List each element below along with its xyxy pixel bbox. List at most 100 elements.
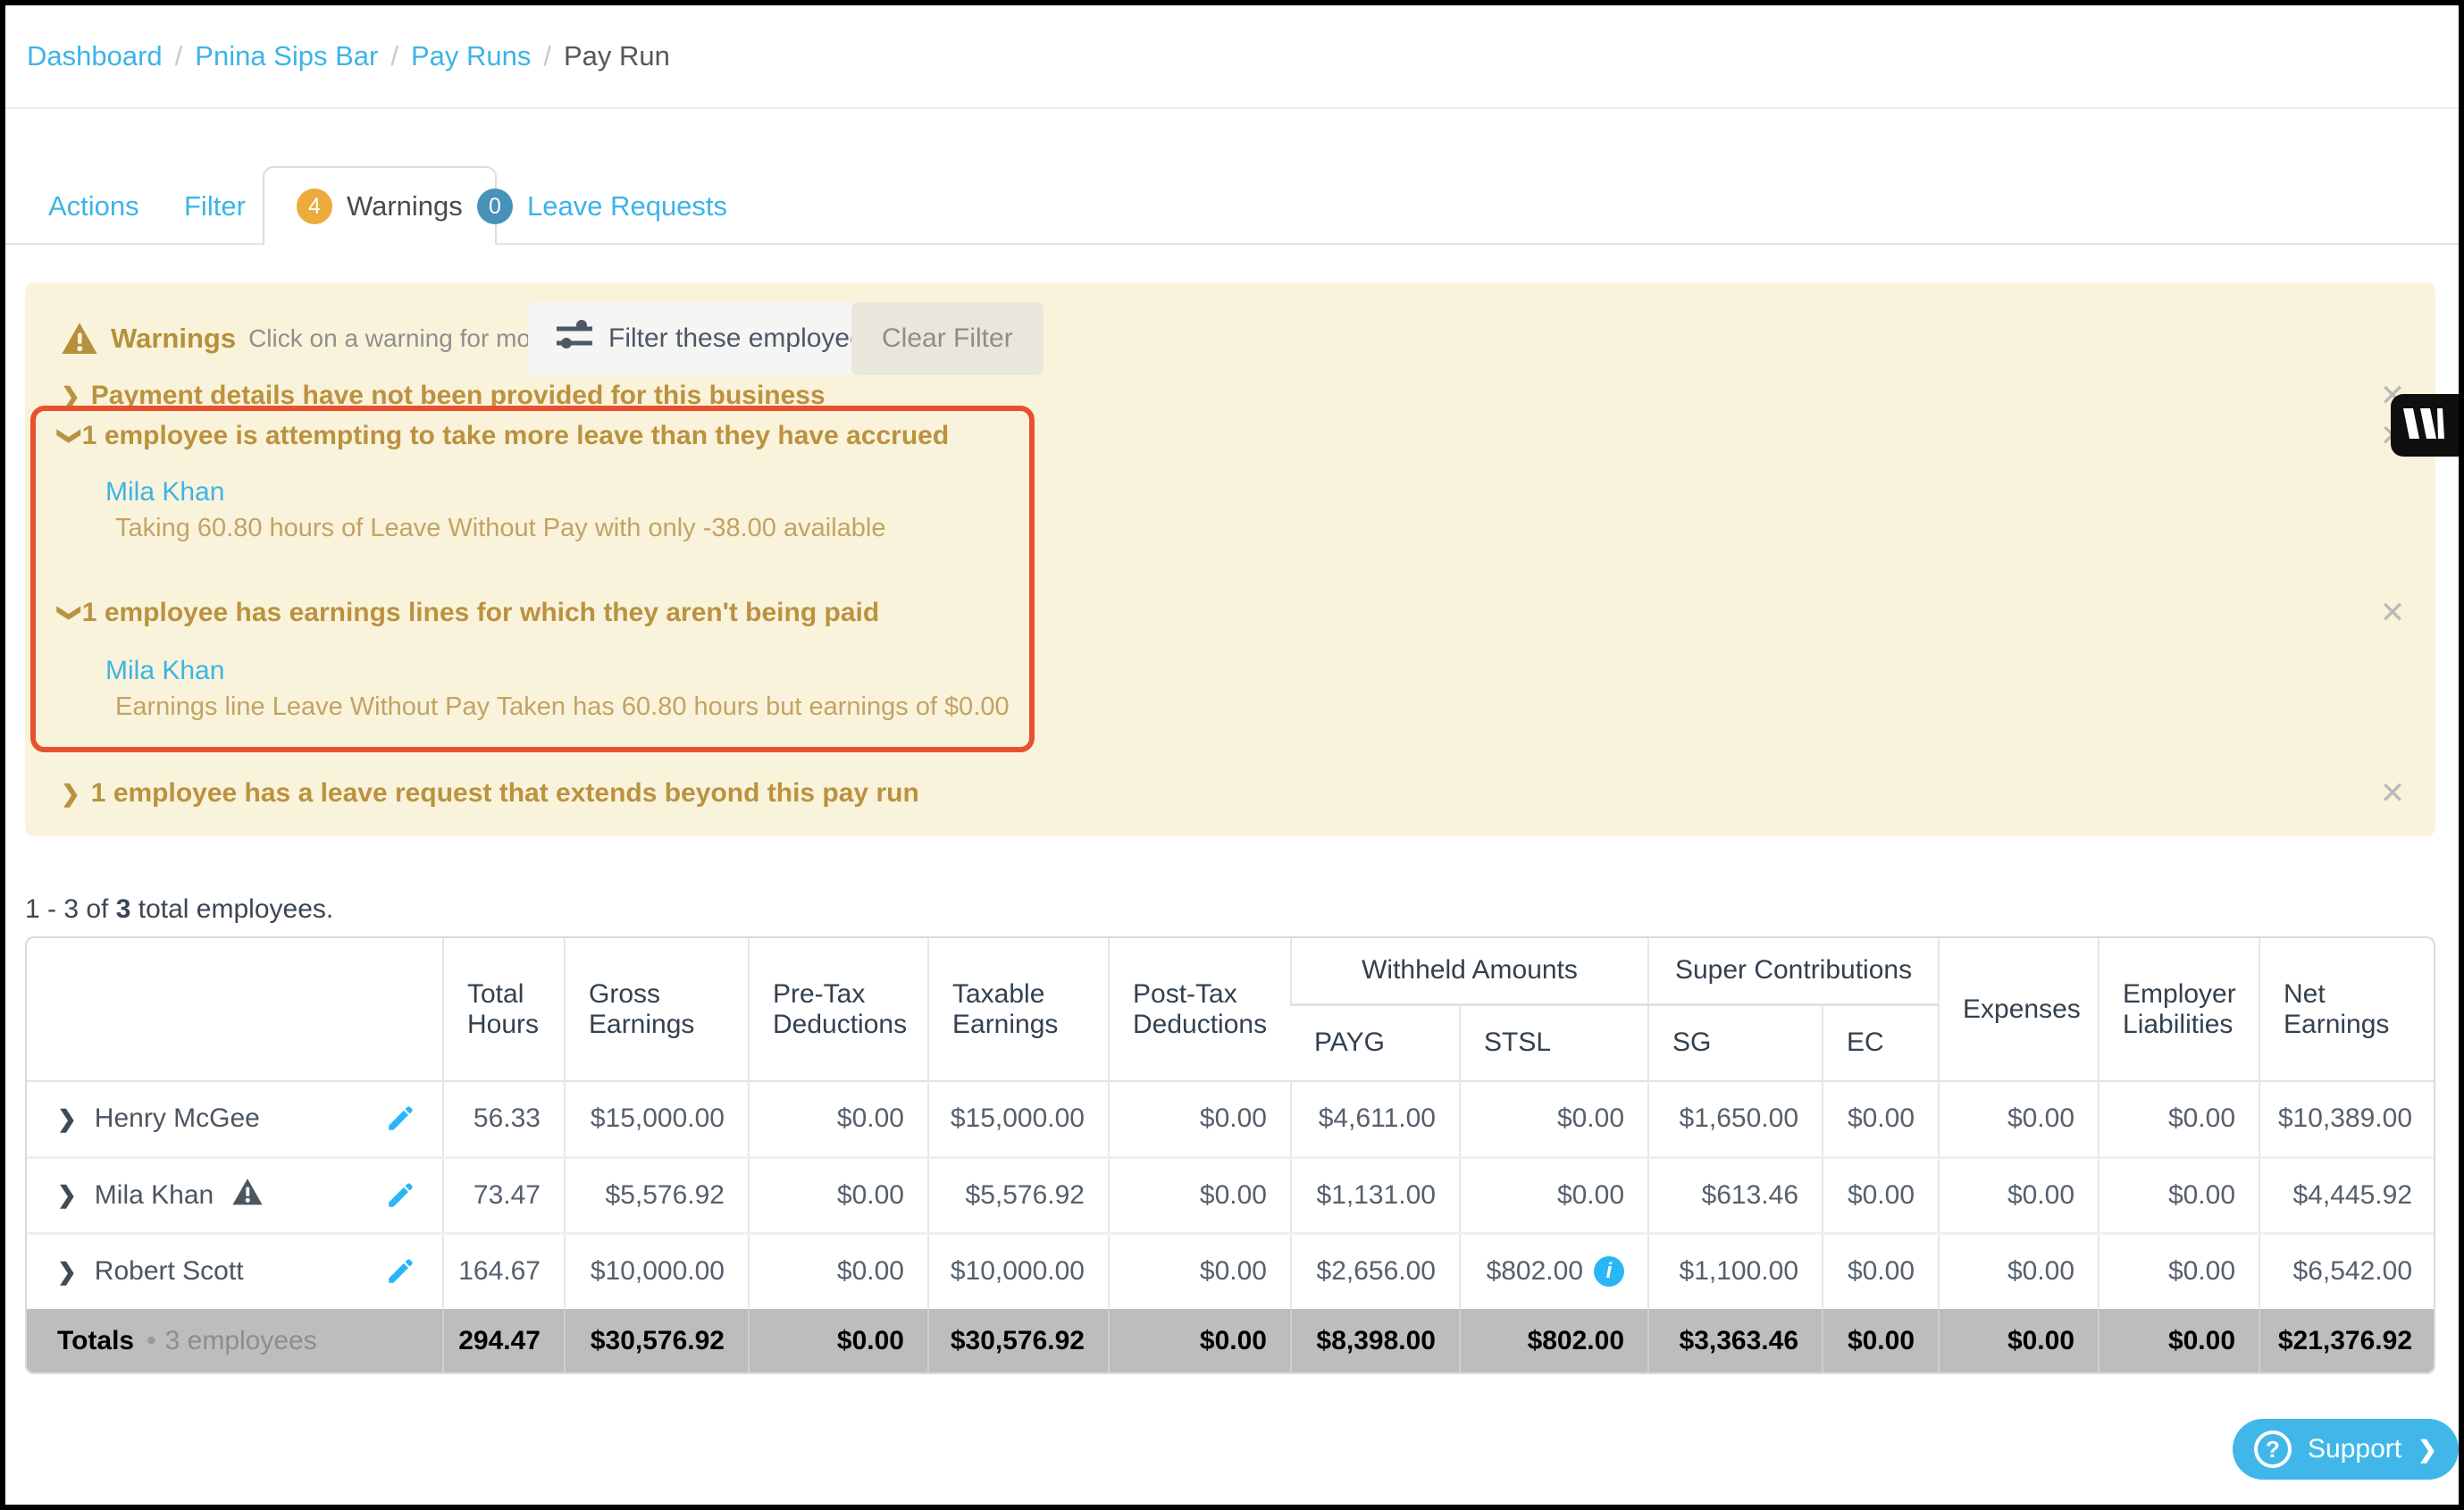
cell-ec: $0.00 <box>1823 1081 1939 1157</box>
expand-row-chevron-icon[interactable]: ❯ <box>57 1181 77 1209</box>
table-row-totals: Totals•3 employees 294.47 $30,576.92 $0.… <box>27 1309 2435 1372</box>
warning-detail: Earnings line Leave Without Pay Taken ha… <box>115 689 1010 725</box>
question-mark-icon: ? <box>2254 1430 2292 1468</box>
header-ec: EC <box>1823 1004 1939 1081</box>
breadcrumb-separator: / <box>543 40 551 72</box>
cell-employer-liabilities: $0.00 <box>2099 1081 2259 1157</box>
breadcrumb-pay-runs[interactable]: Pay Runs <box>411 40 531 72</box>
table-row-mila-khan: ❯ Mila Khan 73.47 $5,576.92 $0.00 <box>27 1157 2435 1233</box>
total-stsl: $802.00 <box>1460 1309 1648 1372</box>
header-employer-liabilities: Employer Liabilities <box>2099 938 2259 1081</box>
total-total-hours: 294.47 <box>443 1309 565 1372</box>
total-ec: $0.00 <box>1823 1309 1939 1372</box>
cell-sg: $613.46 <box>1648 1157 1823 1233</box>
breadcrumb-business[interactable]: Pnina Sips Bar <box>195 40 378 72</box>
warning-title: Payment details have not been provided f… <box>91 376 826 415</box>
cell-sg: $1,650.00 <box>1648 1081 1823 1157</box>
cell-ec: $0.00 <box>1823 1157 1939 1233</box>
edit-pencil-icon[interactable] <box>385 1103 415 1134</box>
cell-stsl: $0.00 <box>1460 1081 1648 1157</box>
cell-employer-liabilities: $0.00 <box>2099 1233 2259 1309</box>
cell-pre-tax-deductions: $0.00 <box>749 1157 928 1233</box>
total-employer-liabilities: $0.00 <box>2099 1309 2259 1372</box>
total-post-tax-deductions: $0.00 <box>1109 1309 1291 1372</box>
filter-these-employees-button[interactable]: Filter these employees <box>528 302 907 375</box>
summary-count: 3 <box>116 894 131 924</box>
breadcrumb-separator: / <box>175 40 183 72</box>
chevron-down-icon: ❯ <box>51 603 90 623</box>
leave-requests-count-badge: 0 <box>477 189 513 224</box>
bullet-icon: • <box>147 1326 156 1355</box>
cell-gross-earnings: $10,000.00 <box>565 1233 749 1309</box>
cell-payg: $4,611.00 <box>1291 1081 1460 1157</box>
breadcrumb: Dashboard / Pnina Sips Bar / Pay Runs / … <box>5 5 2459 109</box>
employee-count-summary: 1 - 3 of 3 total employees. <box>25 894 333 925</box>
edit-pencil-icon[interactable] <box>385 1180 415 1211</box>
tab-leave-requests[interactable]: 0 Leave Requests <box>477 170 727 243</box>
support-label: Support <box>2308 1434 2401 1464</box>
employee-name: Henry McGee <box>95 1103 260 1134</box>
cell-expenses: $0.00 <box>1939 1157 2099 1233</box>
tab-filter[interactable]: Filter <box>184 170 246 243</box>
totals-employee-count: 3 employees <box>165 1326 317 1355</box>
cell-payg: $1,131.00 <box>1291 1157 1460 1233</box>
total-taxable-earnings: $30,576.92 <box>928 1309 1109 1372</box>
tab-bar: Actions Filter 4 Warnings 0 Leave Reques… <box>5 109 2459 245</box>
pay-run-table: Total Hours Gross Earnings Pre-Tax Deduc… <box>25 936 2435 1374</box>
support-button[interactable]: ? Support ❯ <box>2233 1419 2459 1480</box>
warning-leave-accrual[interactable]: ❯ 1 employee is attempting to take more … <box>61 416 949 456</box>
breadcrumb-dashboard[interactable]: Dashboard <box>27 40 163 72</box>
total-sg: $3,363.46 <box>1648 1309 1823 1372</box>
warning-title: 1 employee is attempting to take more le… <box>82 416 949 456</box>
warning-title: 1 employee has a leave request that exte… <box>91 774 919 813</box>
chevron-right-icon: ❯ <box>61 774 80 813</box>
warning-payment-details[interactable]: ❯ Payment details have not been provided… <box>61 376 826 415</box>
warnings-count-badge: 4 <box>297 189 332 224</box>
employee-name-cell[interactable]: ❯ Robert Scott <box>27 1233 443 1309</box>
clear-filter-button[interactable]: Clear Filter <box>851 302 1043 375</box>
employee-name-cell[interactable]: ❯ Henry McGee <box>27 1081 443 1157</box>
cell-gross-earnings: $5,576.92 <box>565 1157 749 1233</box>
tab-actions[interactable]: Actions <box>48 170 139 243</box>
header-super-contributions: Super Contributions <box>1648 938 1939 1004</box>
cell-stsl: $0.00 <box>1460 1157 1648 1233</box>
header-withheld-amounts: Withheld Amounts <box>1291 938 1648 1004</box>
w-logo-icon <box>2401 408 2444 443</box>
employee-link-mila-khan[interactable]: Mila Khan <box>105 474 224 510</box>
header-expenses: Expenses <box>1939 938 2099 1081</box>
expand-row-chevron-icon[interactable]: ❯ <box>57 1105 77 1133</box>
header-post-tax-deductions: Post-Tax Deductions <box>1109 938 1291 1081</box>
dismiss-warning-3-button[interactable]: ✕ <box>2375 593 2410 633</box>
warning-triangle-icon <box>61 322 98 356</box>
warning-earnings-lines[interactable]: ❯ 1 employee has earnings lines for whic… <box>61 593 879 633</box>
row-warning-icon <box>231 1178 264 1213</box>
header-employee <box>27 938 443 1081</box>
warnings-panel: Warnings Click on a warning for more det… <box>25 282 2435 836</box>
cell-pre-tax-deductions: $0.00 <box>749 1233 928 1309</box>
header-net-earnings: Net Earnings <box>2259 938 2435 1081</box>
expand-row-chevron-icon[interactable]: ❯ <box>57 1258 77 1286</box>
cell-sg: $1,100.00 <box>1648 1233 1823 1309</box>
tab-warnings-label: Warnings <box>347 190 463 222</box>
cell-gross-earnings: $15,000.00 <box>565 1081 749 1157</box>
cell-net-earnings: $10,389.00 <box>2259 1081 2435 1157</box>
total-pre-tax-deductions: $0.00 <box>749 1309 928 1372</box>
employee-name: Robert Scott <box>95 1256 244 1287</box>
cell-taxable-earnings: $15,000.00 <box>928 1081 1109 1157</box>
breadcrumb-current: Pay Run <box>564 40 670 72</box>
watermark-side-tab[interactable] <box>2391 394 2459 457</box>
warning-detail: Taking 60.80 hours of Leave Without Pay … <box>115 510 885 546</box>
stsl-value: $802.00 <box>1487 1256 1583 1287</box>
employee-name-cell[interactable]: ❯ Mila Khan <box>27 1157 443 1233</box>
warnings-panel-title: Warnings <box>111 323 236 355</box>
dismiss-warning-4-button[interactable]: ✕ <box>2375 774 2410 813</box>
cell-payg: $2,656.00 <box>1291 1233 1460 1309</box>
info-icon[interactable]: i <box>1594 1256 1624 1287</box>
cell-net-earnings: $6,542.00 <box>2259 1233 2435 1309</box>
tab-warnings[interactable]: 4 Warnings <box>263 166 497 245</box>
employee-link-mila-khan[interactable]: Mila Khan <box>105 653 224 689</box>
employee-name: Mila Khan <box>95 1180 214 1211</box>
cell-total-hours: 164.67 <box>443 1233 565 1309</box>
edit-pencil-icon[interactable] <box>385 1256 415 1287</box>
warning-leave-request-extends[interactable]: ❯ 1 employee has a leave request that ex… <box>61 774 919 813</box>
